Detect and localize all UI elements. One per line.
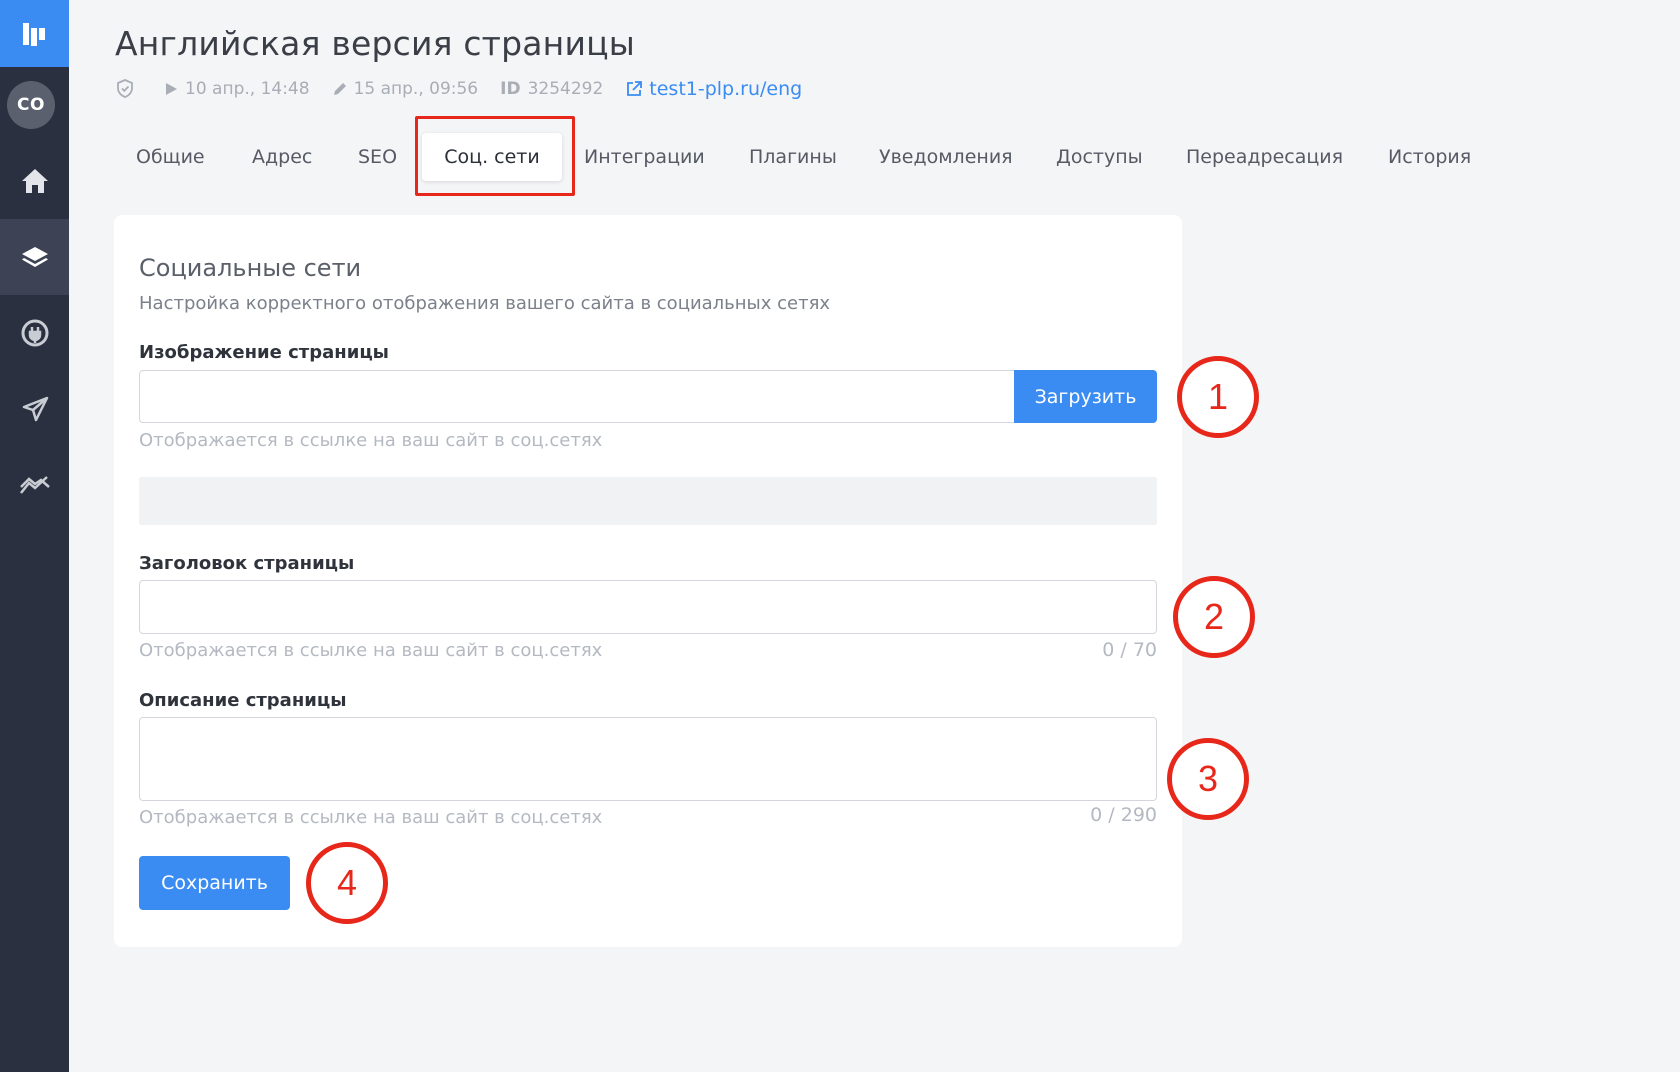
callout-2: 2 (1173, 576, 1255, 658)
page-id-value: 3254292 (527, 79, 604, 99)
page-meta: 10 апр., 14:48 15 апр., 09:56 ID 3254292… (115, 78, 824, 100)
tab-notifications[interactable]: Уведомления (879, 133, 1013, 181)
callout-1: 1 (1177, 356, 1259, 438)
analytics-icon[interactable] (0, 447, 69, 523)
external-link-icon (627, 81, 643, 96)
image-field-label: Изображение страницы (139, 342, 389, 363)
published-date-text: 10 апр., 14:48 (185, 79, 310, 99)
play-icon (166, 83, 177, 95)
sidebar: CO (0, 0, 69, 1072)
title-char-counter: 0 / 70 (1102, 639, 1157, 661)
image-preview (139, 477, 1157, 525)
edited-date: 15 апр., 09:56 (332, 79, 479, 99)
description-field-hint: Отображается в ссылке на ваш сайт в соц.… (139, 807, 603, 828)
layers-icon[interactable] (0, 219, 69, 295)
shield-icon (117, 79, 133, 98)
title-field-label: Заголовок страницы (139, 553, 355, 574)
description-field-label: Описание страницы (139, 690, 347, 711)
tab-social[interactable]: Соц. сети (422, 133, 562, 181)
tab-history[interactable]: История (1388, 133, 1471, 181)
pencil-icon (333, 83, 346, 95)
page-id-label: ID (500, 79, 521, 99)
description-textarea[interactable] (139, 717, 1157, 801)
edited-date-text: 15 апр., 09:56 (353, 79, 479, 99)
avatar[interactable]: CO (7, 81, 55, 129)
tab-integrations[interactable]: Интеграции (584, 133, 705, 181)
title-input[interactable] (139, 580, 1157, 634)
logo-icon (22, 22, 45, 46)
upload-button[interactable]: Загрузить (1014, 370, 1157, 423)
image-input[interactable] (139, 370, 1016, 423)
page-link[interactable]: test1-plp.ru/eng (625, 78, 802, 100)
save-button[interactable]: Сохранить (139, 856, 290, 910)
page-id: ID 3254292 (500, 79, 603, 99)
home-icon[interactable] (0, 143, 69, 219)
tab-redirect[interactable]: Переадресация (1186, 133, 1343, 181)
tab-general[interactable]: Общие (136, 133, 205, 181)
image-field-hint: Отображается в ссылке на ваш сайт в соц.… (139, 430, 603, 451)
title-field-hint: Отображается в ссылке на ваш сайт в соц.… (139, 640, 603, 661)
callout-4: 4 (306, 842, 388, 924)
tab-seo[interactable]: SEO (358, 133, 397, 181)
send-icon[interactable] (0, 371, 69, 447)
tab-plugins[interactable]: Плагины (749, 133, 837, 181)
published-date: 10 апр., 14:48 (163, 79, 310, 99)
app-logo[interactable] (0, 0, 69, 67)
tab-access[interactable]: Доступы (1056, 133, 1143, 181)
callout-3: 3 (1167, 738, 1249, 820)
plug-icon[interactable] (0, 295, 69, 371)
security-status (115, 79, 141, 99)
section-title: Социальные сети (139, 254, 362, 282)
section-subtitle: Настройка корректного отображения вашего… (139, 293, 831, 314)
tab-address[interactable]: Адрес (252, 133, 312, 181)
description-char-counter: 0 / 290 (1090, 804, 1157, 826)
page-title: Английская версия страницы (115, 24, 636, 63)
page-link-text[interactable]: test1-plp.ru/eng (649, 78, 802, 100)
